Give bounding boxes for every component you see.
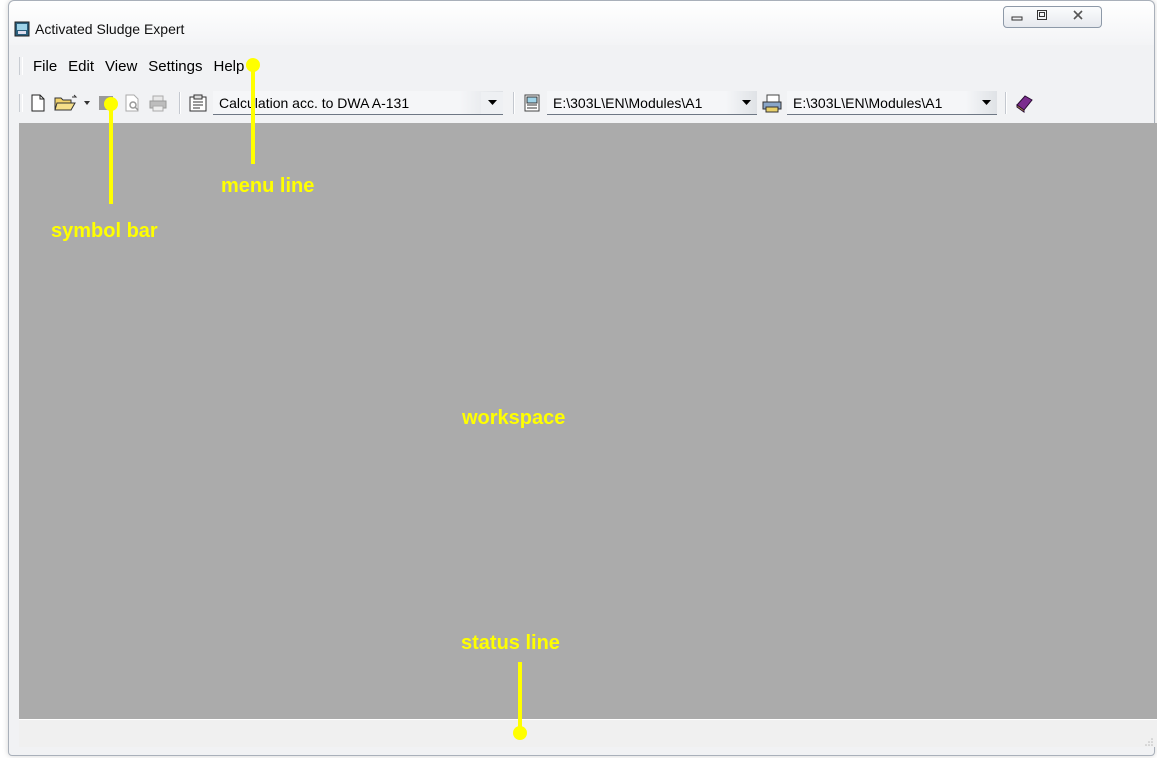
menu-line-annotation: menu line bbox=[221, 175, 315, 197]
input-path-combo[interactable]: E:\303L\EN\Modules\A1 bbox=[547, 91, 757, 115]
workspace-annotation: workspace bbox=[462, 407, 566, 429]
help-book-icon[interactable] bbox=[1013, 92, 1035, 114]
maximize-icon bbox=[1036, 8, 1048, 26]
chevron-down-icon[interactable] bbox=[735, 92, 757, 114]
toolbar-separator bbox=[513, 92, 515, 114]
status-line-marker-dot bbox=[513, 726, 527, 740]
maximize-button[interactable] bbox=[1029, 6, 1056, 28]
close-button[interactable] bbox=[1055, 6, 1102, 28]
app-icon bbox=[14, 21, 30, 37]
symbol-bar-annotation: symbol bar bbox=[51, 220, 158, 242]
menu-help[interactable]: Help bbox=[213, 58, 244, 75]
properties-icon[interactable] bbox=[187, 92, 209, 114]
menu-bar: File Edit View Settings Help bbox=[19, 51, 1144, 81]
close-icon bbox=[1072, 8, 1084, 26]
toolbar-separator bbox=[1005, 92, 1007, 114]
resize-grip-icon[interactable] bbox=[1144, 734, 1154, 746]
minimize-icon bbox=[1011, 8, 1023, 26]
menu-edit[interactable]: Edit bbox=[68, 58, 94, 75]
window-title: Activated Sludge Expert bbox=[35, 21, 185, 37]
new-file-icon[interactable] bbox=[27, 92, 49, 114]
dropdown-arrow-icon[interactable] bbox=[83, 92, 91, 114]
output-file-icon bbox=[761, 92, 783, 114]
print-preview-icon[interactable] bbox=[121, 92, 143, 114]
toolbar-grip bbox=[19, 94, 23, 112]
project-file-icon bbox=[521, 92, 543, 114]
menubar-grip bbox=[19, 57, 23, 75]
calculation-method-combo[interactable]: Calculation acc. to DWA A-131 bbox=[213, 91, 503, 115]
output-path-combo[interactable]: E:\303L\EN\Modules\A1 bbox=[787, 91, 997, 115]
menu-settings[interactable]: Settings bbox=[148, 58, 202, 75]
workspace[interactable] bbox=[19, 123, 1157, 719]
status-line-annotation: status line bbox=[461, 632, 560, 654]
app-window: Activated Sludge Expert File Edit View S… bbox=[8, 0, 1157, 756]
menu-line-leader bbox=[251, 66, 255, 164]
open-folder-icon[interactable] bbox=[53, 92, 79, 114]
title-bar[interactable]: Activated Sludge Expert bbox=[9, 1, 1154, 45]
minimize-button[interactable] bbox=[1003, 6, 1030, 28]
toolbar-separator bbox=[179, 92, 181, 114]
status-line-leader bbox=[518, 662, 522, 728]
input-path-value: E:\303L\EN\Modules\A1 bbox=[553, 94, 703, 111]
chevron-down-icon[interactable] bbox=[975, 92, 997, 114]
output-path-value: E:\303L\EN\Modules\A1 bbox=[793, 94, 943, 111]
menu-file[interactable]: File bbox=[33, 58, 57, 75]
status-bar bbox=[19, 719, 1157, 747]
symbol-bar-leader bbox=[109, 104, 113, 204]
print-icon[interactable] bbox=[147, 92, 169, 114]
symbol-bar: Calculation acc. to DWA A-131 E:\303L\EN… bbox=[19, 87, 1144, 119]
menu-view[interactable]: View bbox=[105, 58, 137, 75]
chevron-down-icon[interactable] bbox=[481, 91, 503, 114]
